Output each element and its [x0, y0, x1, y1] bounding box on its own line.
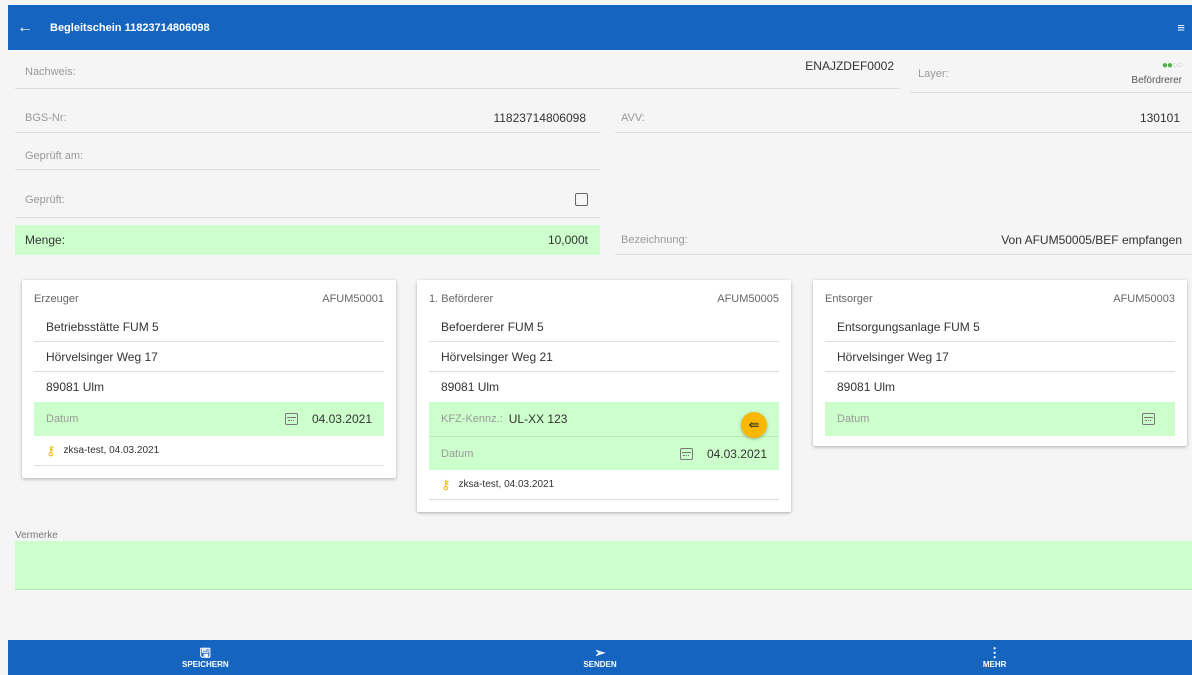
erzeuger-card-header: Erzeuger AFUM50001 [22, 280, 396, 312]
befoerderer-signature: ⚷ zksa-test, 04.03.2021 [429, 470, 779, 500]
geprueft-am-label: Geprüft am: [25, 149, 84, 162]
bgs-value: 11823714806098 [493, 110, 586, 125]
key-icon: ⚷ [441, 476, 451, 492]
kfz-label: KFZ-Kennz.: [441, 413, 503, 425]
entsorger-card[interactable]: Entsorger AFUM50003 Entsorgungsanlage FU… [813, 280, 1187, 446]
more-button[interactable]: ⋮ MEHR [797, 640, 1192, 675]
avv-label: AVV: [621, 111, 645, 124]
send-icon: ➢ [594, 645, 606, 660]
layer-row: Layer: ●●○○ Befördrerer [910, 55, 1192, 93]
kfz-value: UL-XX 123 [508, 412, 568, 426]
bgs-row: BGS-Nr: 11823714806098 [15, 103, 600, 133]
entsorger-datum-field[interactable]: Datum [825, 402, 1175, 436]
entsorger-name: Entsorgungsanlage FUM 5 [825, 312, 1175, 342]
avv-row: AVV: 130101 [615, 103, 1192, 133]
entsorger-title: Entsorger [825, 293, 873, 305]
calendar-icon[interactable] [284, 413, 298, 425]
befoerderer-card[interactable]: 1. Beförderer AFUM50005 Befoerderer FUM … [417, 280, 791, 512]
befoerderer-id: AFUM50005 [717, 293, 779, 305]
entsorger-city: 89081 Ulm [837, 380, 896, 394]
key-icon: ⚷ [46, 442, 56, 458]
kfz-field[interactable]: KFZ-Kennz.: UL-XX 123 ⇚ [429, 402, 779, 438]
erzeuger-street: Hörvelsinger Weg 17 [34, 342, 384, 372]
more-vertical-icon: ⋮ [988, 645, 1002, 660]
erzeuger-id: AFUM50001 [322, 293, 384, 305]
vermerke-label: Vermerke [15, 530, 58, 541]
menge-label: Menge: [25, 233, 66, 247]
erzeuger-datum-field[interactable]: Datum 04.03.2021 [34, 402, 384, 436]
bezeichnung-label: Bezeichnung: [621, 233, 688, 246]
calendar-icon[interactable] [1142, 413, 1155, 425]
nachweis-label: Nachweis: [25, 65, 76, 78]
bezeichnung-value: Von AFUM50005/BEF empfangen [1001, 232, 1182, 247]
geprueft-am-row[interactable]: Geprüft am: [15, 142, 600, 170]
page-title: Begleitschein 11823714806098 [50, 21, 210, 34]
befoerderer-datum-field[interactable]: Datum 04.03.2021 [429, 436, 779, 470]
erzeuger-title: Erzeuger [34, 293, 79, 305]
app-header: ← Begleitschein 11823714806098 ≡ [8, 5, 1192, 50]
more-label: MEHR [982, 660, 1007, 669]
send-button[interactable]: ➢ SENDEN [403, 640, 798, 675]
layer-dots-icon: ●●○○ [1161, 60, 1183, 71]
geprueft-label: Geprüft: [25, 193, 65, 206]
befoerderer-datum-value: 04.03.2021 [706, 446, 767, 461]
geprueft-checkbox[interactable] [575, 193, 588, 206]
vermerke-textarea[interactable] [15, 541, 1192, 590]
nachweis-row: Nachweis: ENAJZDEF0002 [15, 55, 900, 89]
layer-label: Layer: [918, 67, 949, 80]
befoerderer-name: Befoerderer FUM 5 [429, 312, 779, 342]
entsorger-datum-label: Datum [837, 413, 870, 425]
befoerderer-signature-text: zksa-test, 04.03.2021 [458, 479, 555, 490]
bottom-navigation: 🖫 SPEICHERN ➢ SENDEN ⋮ MEHR [8, 640, 1192, 675]
avv-value: 130101 [1139, 110, 1180, 125]
entsorger-card-header: Entsorger AFUM50003 [813, 280, 1187, 312]
bezeichnung-row: Bezeichnung: Von AFUM50005/BEF empfangen [615, 225, 1192, 255]
erzeuger-datum-label: Datum [46, 413, 79, 425]
erzeuger-datum-value: 04.03.2021 [311, 412, 372, 426]
menge-value: 10,000t [547, 233, 588, 247]
befoerderer-street: Hörvelsinger Weg 21 [429, 342, 779, 372]
geprueft-row: Geprüft: [15, 182, 600, 218]
menu-icon[interactable]: ≡ [1170, 20, 1192, 35]
save-button[interactable]: 🖫 SPEICHERN [8, 640, 403, 675]
layer-selector[interactable]: ●●○○ Befördrerer [1131, 60, 1183, 87]
nachweis-value: ENAJZDEF0002 [805, 58, 894, 73]
befoerderer-card-header: 1. Beförderer AFUM50005 [417, 280, 791, 312]
erzeuger-city: 89081 Ulm [46, 380, 105, 394]
entsorger-id: AFUM50003 [1113, 293, 1175, 305]
bgs-label: BGS-Nr: [25, 111, 67, 124]
entsorger-street: Hörvelsinger Weg 17 [825, 342, 1175, 372]
login-action-icon[interactable]: ⇚ [741, 412, 767, 438]
befoerderer-datum-label: Datum [441, 447, 474, 460]
save-icon: 🖫 [199, 645, 211, 660]
erzeuger-name: Betriebsstätte FUM 5 [34, 312, 384, 342]
befoerderer-title: 1. Beförderer [429, 293, 494, 305]
send-label: SENDEN [583, 660, 617, 669]
calendar-icon[interactable] [679, 447, 693, 460]
erzeuger-card[interactable]: Erzeuger AFUM50001 Betriebsstätte FUM 5 … [22, 280, 396, 478]
menge-row: Menge: 10,000t [15, 225, 600, 255]
erzeuger-signature-text: zksa-test, 04.03.2021 [63, 445, 160, 456]
layer-value: Befördrerer [1131, 75, 1182, 86]
back-arrow-icon[interactable]: ← [8, 19, 42, 37]
erzeuger-signature: ⚷ zksa-test, 04.03.2021 [34, 436, 384, 466]
befoerderer-city: 89081 Ulm [441, 380, 500, 394]
save-label: SPEICHERN [181, 660, 229, 669]
